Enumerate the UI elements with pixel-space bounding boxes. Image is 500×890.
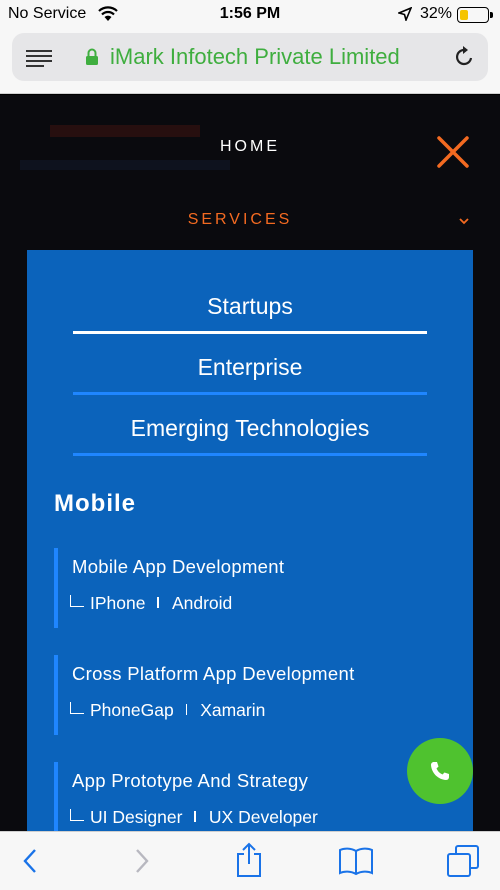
tab-enterprise-underline xyxy=(73,392,427,395)
services-dropdown: Startups Enterprise Emerging Technologie… xyxy=(27,250,473,831)
link-separator xyxy=(157,597,159,608)
tab-emerging-technologies[interactable]: Emerging Technologies xyxy=(73,415,427,442)
service-card-links: UI Designer UX Developer xyxy=(70,807,318,828)
bookmarks-icon[interactable] xyxy=(338,846,374,876)
battery-icon xyxy=(457,7,489,23)
tab-emerging-underline xyxy=(73,453,427,456)
chevron-down-icon[interactable] xyxy=(456,215,472,227)
service-card: App Prototype And Strategy UI Designer UX… xyxy=(54,762,434,831)
service-card: Cross Platform App Development PhoneGap X… xyxy=(54,655,434,735)
tab-startups-underline xyxy=(73,331,427,334)
section-title-mobile: Mobile xyxy=(54,490,136,517)
service-card-links: PhoneGap Xamarin xyxy=(70,700,265,721)
tabs-icon[interactable] xyxy=(446,844,480,878)
reload-icon[interactable] xyxy=(452,45,476,69)
back-icon[interactable] xyxy=(20,846,40,876)
sub-arrow-icon xyxy=(70,809,84,821)
call-button[interactable] xyxy=(407,738,473,804)
link-separator xyxy=(194,811,196,822)
battery-level xyxy=(459,9,468,20)
lock-icon xyxy=(86,48,98,65)
tab-startups[interactable]: Startups xyxy=(73,293,427,320)
sub-link[interactable]: UI Designer xyxy=(90,807,182,827)
link-separator xyxy=(185,704,188,715)
background-logo xyxy=(50,125,200,137)
nav-item-services[interactable]: SERVICES xyxy=(0,211,480,229)
service-card-title[interactable]: App Prototype And Strategy xyxy=(72,770,308,792)
sub-link[interactable]: UX Developer xyxy=(209,807,318,827)
service-card-title[interactable]: Mobile App Development xyxy=(72,556,284,578)
sub-arrow-icon xyxy=(70,702,84,714)
reader-icon[interactable] xyxy=(26,49,52,67)
url-field[interactable]: iMark Infotech Private Limited xyxy=(12,33,488,81)
phone-icon xyxy=(431,762,449,780)
status-bar: No Service 1:56 PM 32% xyxy=(0,0,500,30)
tab-enterprise[interactable]: Enterprise xyxy=(73,354,427,381)
battery-cap xyxy=(490,12,493,18)
browser-toolbar xyxy=(0,831,500,890)
sub-link[interactable]: Android xyxy=(172,593,232,613)
site-title: iMark Infotech Private Limited xyxy=(110,44,400,69)
sub-arrow-icon xyxy=(70,595,84,607)
browser-address-bar: iMark Infotech Private Limited xyxy=(0,30,500,94)
share-icon[interactable] xyxy=(234,842,264,878)
close-icon[interactable] xyxy=(436,135,470,169)
service-card-title[interactable]: Cross Platform App Development xyxy=(72,663,355,685)
sub-link[interactable]: Xamarin xyxy=(200,700,265,720)
menu-overlay: HOME SERVICES Startups Enterprise Emergi… xyxy=(0,95,500,831)
sub-link[interactable]: PhoneGap xyxy=(90,700,174,720)
battery-percent: 32% xyxy=(420,5,453,22)
sub-link[interactable]: IPhone xyxy=(90,593,145,613)
service-card-links: IPhone Android xyxy=(70,593,232,614)
nav-item-home[interactable]: HOME xyxy=(0,138,500,156)
background-logo-text xyxy=(20,160,230,170)
service-card: Mobile App Development IPhone Android xyxy=(54,548,434,628)
location-icon xyxy=(398,7,412,21)
forward-icon[interactable] xyxy=(132,846,152,876)
